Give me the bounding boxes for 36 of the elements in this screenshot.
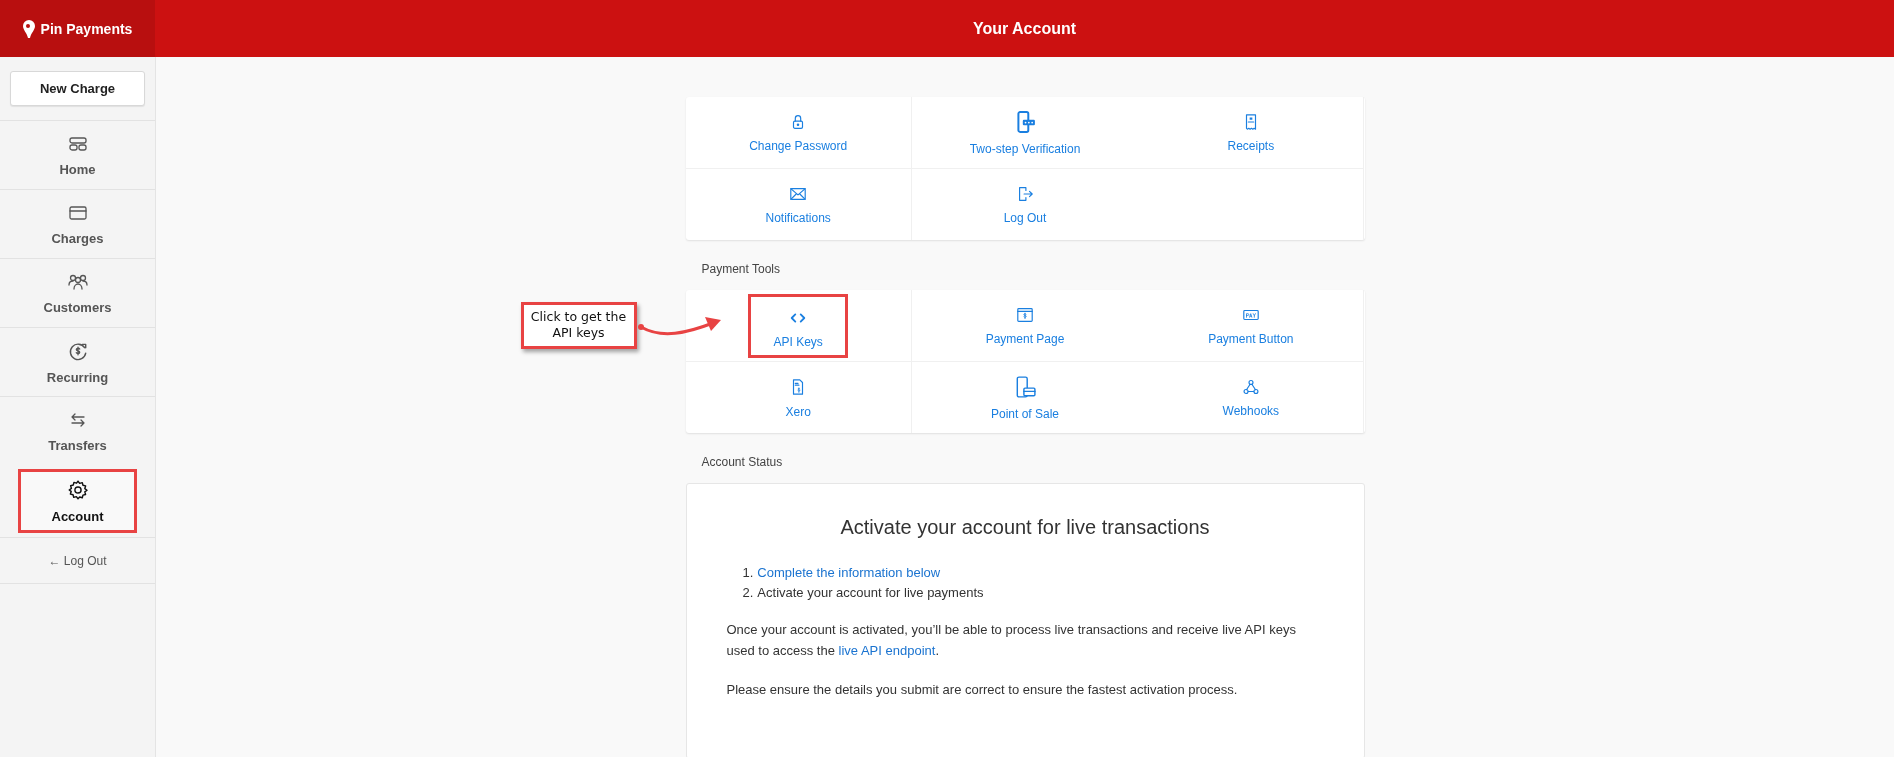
sidebar-item[interactable]: Charges — [0, 189, 155, 258]
info-paragraph: Please ensure the details you submit are correct to ensure the fastest activation process. — [726, 681, 1239, 699]
tool-link[interactable]: Payment Page — [977, 301, 1073, 350]
step-link[interactable]: Complete the information below — [757, 563, 941, 583]
tool-link[interactable]: Webhooks — [1214, 373, 1288, 422]
tool-link[interactable]: API Keys — [748, 293, 848, 358]
tool-link[interactable]: Payment Button — [1200, 301, 1302, 350]
settings-icon — [66, 478, 89, 501]
tool-link[interactable]: Log Out — [995, 180, 1055, 229]
tool-link[interactable]: Point of Sale — [982, 370, 1067, 425]
exit-icon — [1016, 184, 1034, 203]
tool-link[interactable]: Two-step Verification — [961, 105, 1089, 160]
pin-logo-icon — [22, 19, 35, 38]
phone-card-icon — [1014, 374, 1036, 399]
sidebar-item[interactable]: Customers — [0, 258, 155, 327]
sidebar-item[interactable]: Account — [18, 469, 137, 533]
tool-link[interactable]: Xero — [777, 372, 819, 423]
status-title: Activate your account for live transactions — [839, 516, 1211, 539]
sidebar-item[interactable]: Recurring — [0, 327, 155, 396]
step-text: Activate your account for live payments — [757, 584, 984, 602]
callout-note: Click to get the API keys — [520, 302, 637, 349]
section-heading: Account Status — [701, 455, 784, 469]
sidebar-item[interactable]: Transfers — [0, 396, 155, 465]
step-number: 1. — [742, 564, 754, 582]
logo-text[interactable]: Pin Payments — [40, 20, 133, 37]
info-paragraph: Once your account is activated, you’ll be able to process live transactions and receive live API keys used to access the live API endpoint. — [726, 621, 1297, 660]
section-heading: Payment Tools — [701, 262, 781, 276]
step-number: 2. — [742, 584, 754, 602]
tool-link[interactable]: Change Password — [741, 108, 856, 157]
phone-message-icon — [1014, 109, 1036, 134]
tool-link[interactable]: Receipts — [1219, 108, 1283, 157]
tool-link[interactable]: Notifications — [757, 180, 839, 229]
page-title: Your Account — [972, 19, 1077, 38]
log-out-link[interactable]: ← Log Out — [0, 537, 155, 584]
new-charge-button[interactable]: New Charge — [10, 71, 145, 106]
sidebar-item[interactable]: Home — [0, 120, 155, 189]
